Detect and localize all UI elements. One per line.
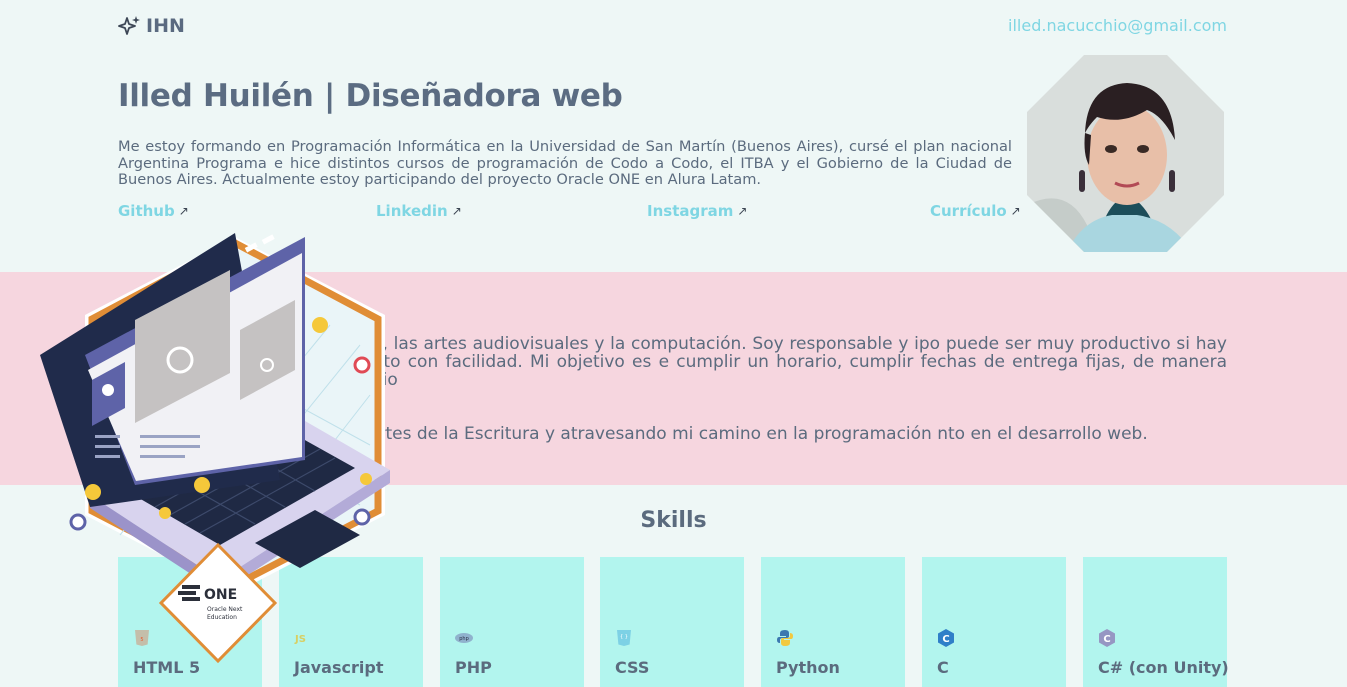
social-links: Github ↗ Linkedin ↗ Instagram ↗ Currícul… [118,202,1021,222]
svg-text:php: php [459,636,469,642]
php-icon: php [455,633,473,643]
link-label: Currículo [930,202,1007,220]
page-title: Illed Huilén | Diseñadora web [118,78,623,114]
skill-card: php PHP [440,557,584,687]
skill-name: C [937,658,949,677]
svg-text:Education: Education [207,614,237,621]
skill-card: Python [761,557,905,687]
external-arrow-icon: ↗ [451,204,462,218]
svg-text:Oracle Next: Oracle Next [207,606,243,613]
link-label: Github [118,202,175,220]
svg-text:{ }: { } [620,634,628,640]
link-label: Linkedin [376,202,448,220]
skill-name: C# (con Unity) [1098,658,1229,677]
linkedin-link[interactable]: Linkedin ↗ [376,202,462,220]
skill-name: Python [776,658,840,677]
svg-text:ONE: ONE [204,587,237,603]
curriculum-link[interactable]: Currículo ↗ [930,202,1021,220]
sparkles-icon [118,16,140,35]
csharp-icon: C [1099,629,1115,647]
css3-icon: { } [617,630,631,646]
external-arrow-icon: ↗ [737,204,748,218]
c-language-icon: C [938,629,954,647]
email-link[interactable]: illed.nacucchio@gmail.com [1008,16,1227,35]
skill-card: C C# (con Unity) [1083,557,1229,687]
github-link[interactable]: Github ↗ [118,202,189,220]
external-arrow-icon: ↗ [178,204,189,218]
skill-name: PHP [455,658,492,677]
skill-card: { } CSS [600,557,744,687]
intro-text: Me estoy formando en Programación Inform… [118,138,1012,188]
svg-text:C: C [1103,634,1110,645]
svg-text:C: C [942,634,949,645]
skill-card: C C [922,557,1066,687]
site-logo[interactable]: IHN [118,15,185,37]
logo-text: IHN [146,15,185,37]
link-label: Instagram [647,202,734,220]
instagram-link[interactable]: Instagram ↗ [647,202,747,220]
skill-name: CSS [615,658,650,677]
profile-photo [1027,55,1224,252]
external-arrow-icon: ↗ [1010,204,1021,218]
oracle-one-illustration: ONE Oracle Next Education [30,225,405,670]
python-icon [777,630,793,646]
